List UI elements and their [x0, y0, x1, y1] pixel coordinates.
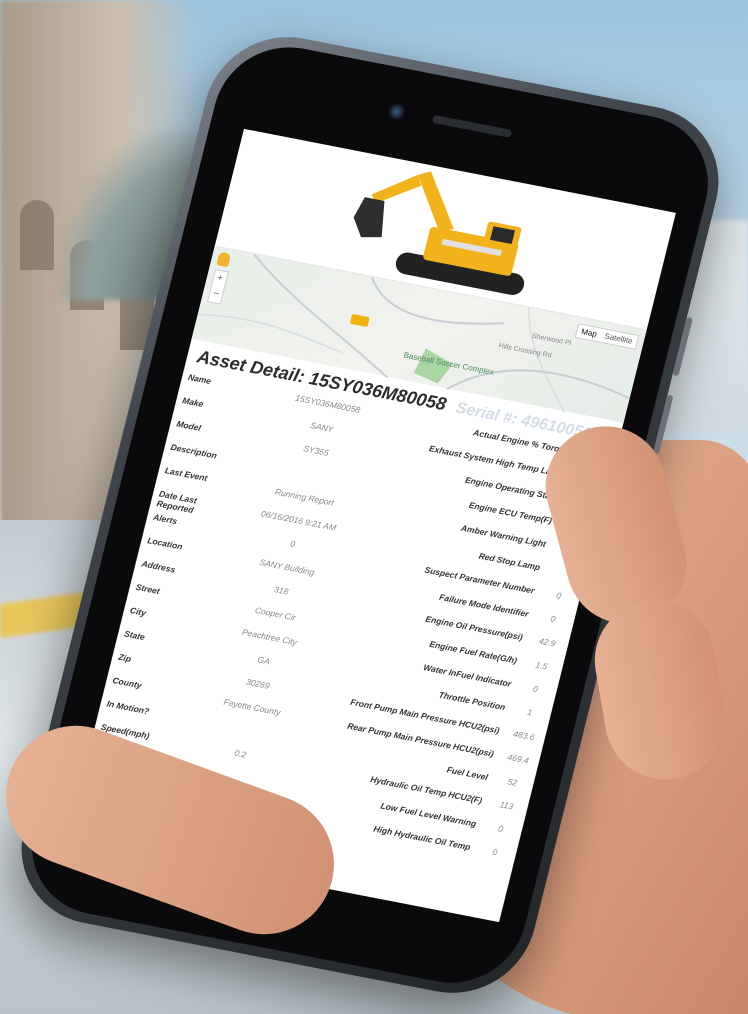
front-camera-icon: [386, 102, 407, 121]
earpiece-speaker: [431, 114, 513, 138]
zoom-out-button[interactable]: −: [208, 286, 224, 304]
background-arch: [20, 200, 54, 270]
map-type-map[interactable]: Map: [576, 324, 602, 341]
